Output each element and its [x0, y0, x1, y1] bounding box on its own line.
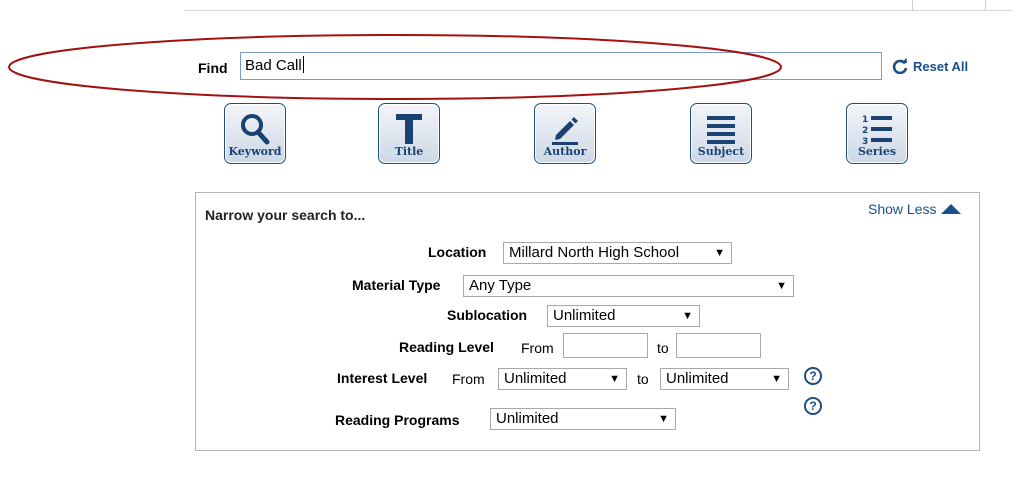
reading-level-from-input[interactable] — [563, 333, 648, 358]
numbered-list-icon: 1 2 3 — [862, 115, 892, 146]
interest-level-from-select[interactable]: Unlimited ▼ — [498, 368, 627, 390]
reading-programs-label: Reading Programs — [335, 412, 460, 428]
location-value: Millard North High School — [509, 244, 680, 261]
triangle-up-icon — [941, 204, 962, 214]
svg-text:1: 1 — [862, 115, 868, 125]
dropdown-arrow-icon: ▼ — [771, 373, 782, 385]
interest-level-to-label: to — [637, 371, 649, 387]
interest-level-to-select[interactable]: Unlimited ▼ — [660, 368, 789, 390]
narrow-title: Narrow your search to... — [205, 207, 366, 223]
location-select[interactable]: Millard North High School ▼ — [503, 242, 732, 264]
series-search-button[interactable]: 1 2 3 Series — [846, 103, 908, 164]
interest-level-help-icon[interactable]: ? — [804, 367, 822, 385]
lines-icon — [707, 116, 735, 144]
material-type-select[interactable]: Any Type ▼ — [463, 275, 794, 297]
sublocation-value: Unlimited — [553, 307, 616, 324]
pencil-icon — [552, 117, 578, 145]
author-label: Author — [543, 145, 587, 158]
reading-level-to-input[interactable] — [676, 333, 761, 358]
title-t-icon — [396, 114, 422, 144]
author-search-button[interactable]: Author — [534, 103, 596, 164]
interest-level-from-value: Unlimited — [504, 370, 567, 387]
subject-label: Subject — [697, 145, 745, 158]
dropdown-arrow-icon: ▼ — [714, 247, 725, 259]
interest-level-label: Interest Level — [337, 370, 428, 386]
material-type-label: Material Type — [352, 277, 441, 293]
reading-programs-select[interactable]: Unlimited ▼ — [490, 408, 676, 430]
dropdown-arrow-icon: ▼ — [682, 310, 693, 322]
dropdown-arrow-icon: ▼ — [609, 373, 620, 385]
interest-level-to-value: Unlimited — [666, 370, 729, 387]
title-search-button[interactable]: Title — [378, 103, 440, 164]
title-label: Title — [394, 145, 424, 158]
sublocation-label: Sublocation — [447, 307, 528, 323]
series-label: Series — [857, 145, 897, 158]
magnifier-icon — [241, 114, 270, 145]
dropdown-arrow-icon: ▼ — [658, 413, 669, 425]
keyword-search-button[interactable]: Keyword — [224, 103, 286, 164]
show-less-label: Show Less — [868, 201, 937, 217]
interest-level-from-label: From — [452, 371, 485, 387]
svg-text:2: 2 — [862, 126, 868, 136]
subject-search-button[interactable]: Subject — [690, 103, 752, 164]
keyword-label: Keyword — [228, 145, 282, 158]
reading-level-to-label: to — [657, 340, 669, 356]
material-type-value: Any Type — [469, 277, 532, 294]
reading-level-from-label: From — [521, 340, 554, 356]
dropdown-arrow-icon: ▼ — [776, 280, 787, 292]
reading-programs-value: Unlimited — [496, 410, 559, 427]
reading-level-label: Reading Level — [399, 339, 494, 355]
location-label: Location — [428, 244, 487, 260]
reading-programs-help-icon[interactable]: ? — [804, 397, 822, 415]
show-less-toggle[interactable]: Show Less — [868, 201, 962, 217]
sublocation-select[interactable]: Unlimited ▼ — [547, 305, 700, 327]
